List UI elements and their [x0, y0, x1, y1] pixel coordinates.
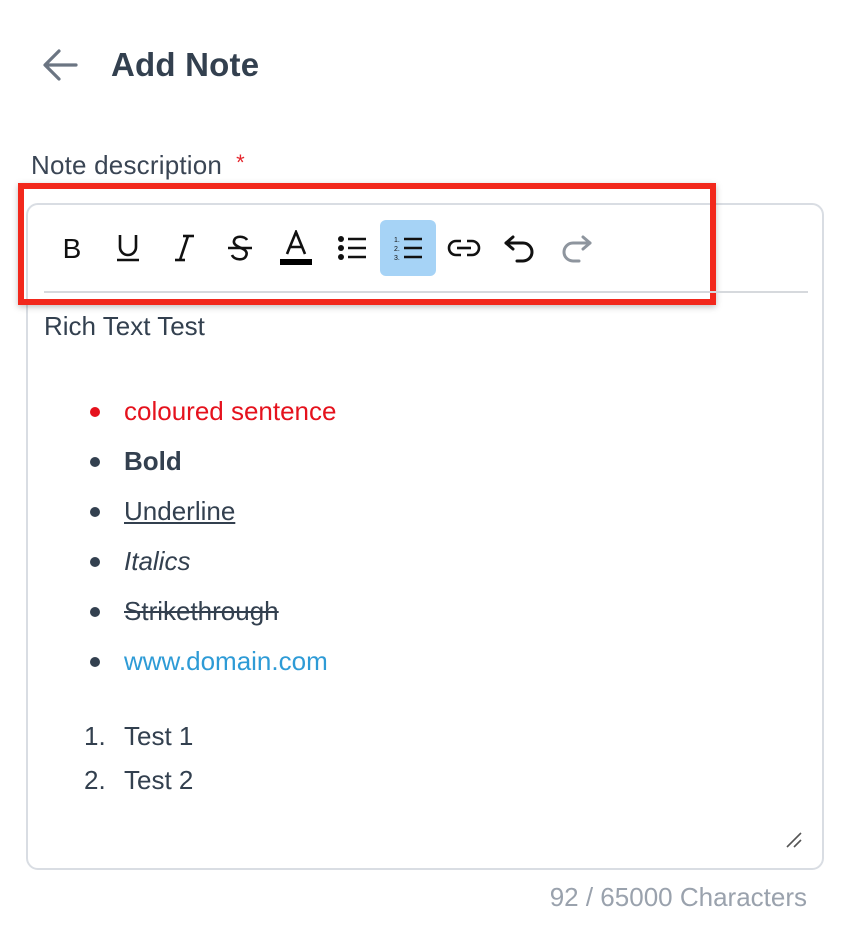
text-color-button[interactable]	[268, 220, 324, 276]
list-item: coloured sentence	[44, 386, 784, 436]
bullet-dot	[90, 607, 100, 617]
numbered-list: 1. Test 1 2. Test 2	[44, 714, 784, 802]
list-number: 2.	[84, 765, 106, 795]
redo-button[interactable]	[548, 220, 604, 276]
arrow-left-icon	[43, 49, 78, 81]
add-note-page: Add Note Note description * B 1. 2. 3. R…	[0, 0, 850, 944]
list-item-text: Test 2	[124, 765, 194, 795]
bullet-dot	[90, 557, 100, 567]
list-number: 1.	[84, 721, 106, 751]
list-item-text: coloured sentence	[124, 396, 337, 426]
list-item-text: Bold	[124, 446, 182, 476]
bullet-list-icon	[338, 236, 366, 260]
field-label-text: Note description	[31, 150, 223, 180]
list-item: Strikethrough	[44, 586, 784, 636]
list-item: 1. Test 1	[44, 714, 784, 758]
svg-text:1.: 1.	[394, 237, 400, 244]
editor-content[interactable]: Rich Text Test coloured sentence Bold Un…	[44, 306, 784, 802]
list-item-text: Underline	[124, 496, 236, 526]
domain-link[interactable]: www.domain.com	[124, 646, 328, 676]
strikethrough-button[interactable]	[212, 220, 268, 276]
underline-button[interactable]	[100, 220, 156, 276]
back-button[interactable]	[40, 38, 80, 92]
redo-icon	[562, 235, 592, 263]
text-color-icon	[280, 230, 312, 265]
list-item: Italics	[44, 536, 784, 586]
bullet-dot	[90, 507, 100, 517]
page-header: Add Note	[40, 38, 259, 92]
numbered-list-icon: 1. 2. 3.	[394, 237, 422, 261]
strikethrough-icon	[228, 235, 252, 261]
character-count: 92 / 65000 Characters	[549, 882, 807, 912]
undo-button[interactable]	[492, 220, 548, 276]
bullet-dot	[90, 407, 100, 417]
link-icon	[447, 239, 481, 257]
bold-icon: B	[63, 233, 82, 263]
italic-button[interactable]	[156, 220, 212, 276]
toolbar-divider	[44, 291, 808, 293]
list-item: Bold	[44, 436, 784, 486]
svg-text:B: B	[63, 233, 82, 263]
list-item-text: Italics	[124, 546, 191, 576]
intro-text: Rich Text Test	[44, 311, 205, 341]
svg-text:2.: 2.	[394, 246, 400, 253]
bullet-dot	[90, 657, 100, 667]
undo-icon	[504, 235, 534, 263]
bold-button[interactable]: B	[44, 220, 100, 276]
list-item-text: Strikethrough	[124, 596, 279, 626]
list-item-text: Test 1	[124, 721, 194, 751]
page-title: Add Note	[111, 46, 260, 83]
svg-text:3.: 3.	[394, 255, 400, 261]
list-item: www.domain.com	[44, 636, 784, 686]
list-item: 2. Test 2	[44, 758, 784, 802]
underline-icon	[117, 235, 139, 262]
required-indicator: *	[236, 150, 245, 175]
list-item: Underline	[44, 486, 784, 536]
note-description-label: Note description *	[31, 150, 245, 181]
link-button[interactable]	[436, 220, 492, 276]
resize-handle[interactable]	[784, 830, 804, 850]
italic-icon	[175, 234, 194, 262]
bullet-list: coloured sentence Bold Underline Italics…	[44, 386, 784, 686]
resize-grip-icon	[786, 832, 802, 848]
bullet-dot	[90, 457, 100, 467]
bullet-list-button[interactable]	[324, 220, 380, 276]
numbered-list-button[interactable]: 1. 2. 3.	[380, 220, 436, 276]
editor-toolbar: B 1. 2. 3.	[44, 220, 604, 276]
